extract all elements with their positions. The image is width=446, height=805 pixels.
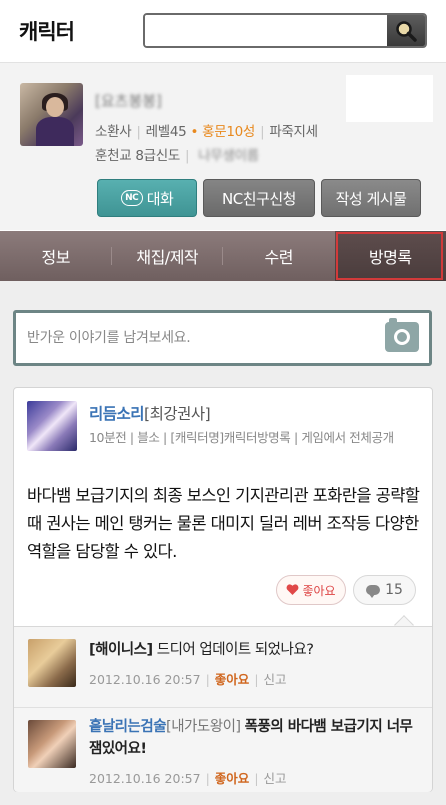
character-guild-line: 훈천교 8급신도 | 나무생이름 xyxy=(95,148,259,164)
character-honor: 홍문10성 xyxy=(202,124,256,140)
like-button[interactable]: 좋아요 xyxy=(276,575,346,605)
search-box[interactable] xyxy=(143,13,427,48)
guestbook-write-box[interactable]: 반가운 이야기를 남겨보세요. xyxy=(13,310,432,366)
tab-guestbook[interactable]: 방명록 xyxy=(334,231,446,281)
character-name: [요츠봉봉] xyxy=(95,92,162,110)
comment-report-link[interactable]: 신고 xyxy=(264,672,287,687)
tab-bar: 정보 채집/제작 수련 방명록 xyxy=(0,231,446,281)
nc-chat-icon: NC xyxy=(120,190,143,206)
character-faction: 파죽지세 xyxy=(269,124,318,140)
heart-icon xyxy=(287,584,299,595)
comment-avatar[interactable] xyxy=(28,639,76,687)
chat-button-label: 대화 xyxy=(146,189,174,208)
comment-like-link[interactable]: 좋아요 xyxy=(215,771,250,786)
blank-area xyxy=(346,75,433,122)
character-profile: [요츠봉봉] 소환사 | 레벨45 • 홍문10성 | 파죽지세 훈천교 8급신도 | 나무… xyxy=(0,62,446,230)
comment-text: [해이니스] 드디어 업데이트 되었나요? xyxy=(89,642,314,658)
friend-request-button[interactable]: NC친구신청 xyxy=(203,179,315,217)
comment-divider xyxy=(14,707,432,708)
comment-list: [해이니스] 드디어 업데이트 되었나요? 2012.10.16 20:57 | 좋… xyxy=(14,626,432,792)
comment-author-tag: [내가도왕이] xyxy=(166,719,241,735)
write-placeholder: 반가운 이야기를 남겨보세요. xyxy=(27,330,191,346)
comment-count-button[interactable]: 15 xyxy=(353,575,416,605)
post-meta: 10분전 | 블소 | [캐릭터명]캐릭터방명록 | 게임에서 전체공개 xyxy=(89,430,394,445)
like-label: 좋아요 xyxy=(302,583,336,598)
chat-button[interactable]: NC 대화 xyxy=(97,179,197,217)
character-level: 레벨45 xyxy=(145,124,187,140)
comment-author[interactable]: [해이니스] xyxy=(89,642,153,658)
search-icon xyxy=(396,20,417,42)
search-input[interactable] xyxy=(145,15,389,46)
comment-like-link[interactable]: 좋아요 xyxy=(215,672,250,687)
comment-meta: 2012.10.16 20:57 | 좋아요 | 신고 xyxy=(89,771,287,786)
comment-avatar[interactable] xyxy=(28,720,76,768)
tab-training[interactable]: 수련 xyxy=(223,231,335,281)
character-info-line: 소환사 | 레벨45 • 홍문10성 | 파죽지세 xyxy=(95,124,318,140)
character-class: 소환사 xyxy=(95,124,132,140)
comment-count: 15 xyxy=(385,582,403,598)
comment-date: 2012.10.16 20:57 xyxy=(89,771,201,786)
comment-author[interactable]: 흩날리는검술 xyxy=(89,719,167,735)
camera-icon[interactable] xyxy=(385,318,419,352)
post-author-tag: [최강권사] xyxy=(144,405,211,423)
written-posts-button[interactable]: 작성 게시물 xyxy=(321,179,421,217)
post-body: 바다뱀 보급기지의 최종 보스인 기지관리관 포화란을 공략할 때 권사는 메인… xyxy=(27,486,420,561)
comment-meta: 2012.10.16 20:57 | 좋아요 | 신고 xyxy=(89,672,287,687)
post-author[interactable]: 리듬소리[최강권사] xyxy=(89,402,211,424)
comment-report-link[interactable]: 신고 xyxy=(264,771,287,786)
tab-info[interactable]: 정보 xyxy=(0,231,112,281)
comment-date: 2012.10.16 20:57 xyxy=(89,672,201,687)
post-author-avatar[interactable] xyxy=(27,401,77,451)
tab-gathering-crafting[interactable]: 채집/제작 xyxy=(112,231,223,281)
search-button[interactable] xyxy=(387,15,425,46)
character-avatar xyxy=(20,83,83,146)
top-header: 캐릭터 xyxy=(0,0,446,62)
guild-member: 나무생이름 xyxy=(198,148,259,164)
guestbook-post: 리듬소리[최강권사] 10분전 | 블소 | [캐릭터명]캐릭터방명록 | 게임… xyxy=(13,387,433,792)
page-title: 캐릭터 xyxy=(19,20,75,44)
comment-bubble-icon xyxy=(366,585,381,598)
guild-rank: 훈천교 8급신도 xyxy=(95,148,181,164)
comment-text: 흩날리는검술[내가도왕이] 폭풍의 바다뱀 보급기지 너무 잼있어요! xyxy=(89,719,413,757)
